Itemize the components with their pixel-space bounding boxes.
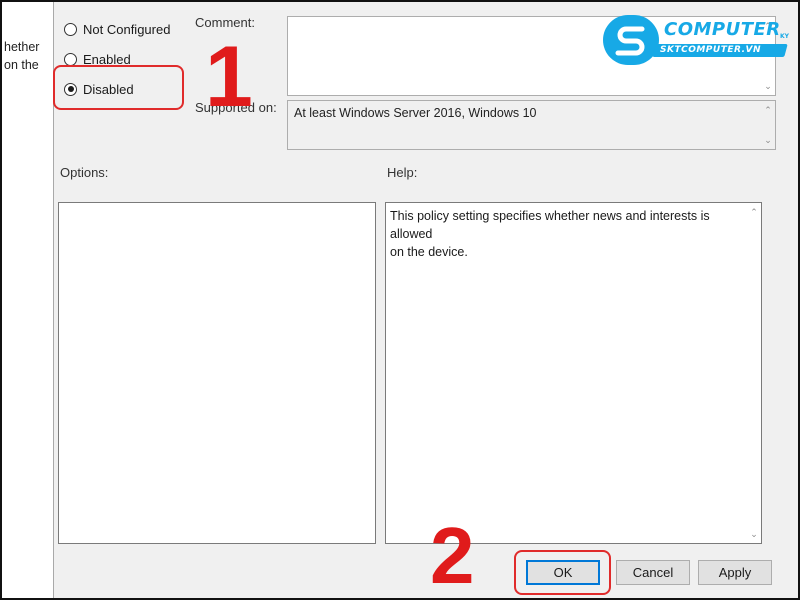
chevron-down-icon[interactable]: ⌄ bbox=[761, 79, 775, 93]
ok-button[interactable]: OK bbox=[526, 560, 600, 585]
help-panel: This policy setting specifies whether ne… bbox=[385, 202, 762, 544]
sktcomputer-logo: COMPUTER KY SKTCOMPUTER.VN bbox=[602, 14, 792, 66]
help-text: This policy setting specifies whether ne… bbox=[390, 207, 741, 261]
chevron-down-icon[interactable]: ⌄ bbox=[761, 133, 775, 147]
radio-circle bbox=[64, 82, 77, 96]
radio-not-configured[interactable]: Not Configured bbox=[64, 20, 170, 38]
radio-circle bbox=[64, 22, 77, 36]
options-label: Options: bbox=[60, 165, 109, 180]
step-number-2: 2 bbox=[430, 511, 475, 600]
policy-description-pane: hether on the bbox=[2, 2, 54, 598]
policy-settings-dialog: Not Configured Enabled Disabled Comment:… bbox=[54, 2, 798, 598]
help-scrollbar[interactable]: ⌃ ⌄ bbox=[747, 203, 761, 543]
radio-circle bbox=[64, 52, 77, 66]
cancel-button[interactable]: Cancel bbox=[616, 560, 690, 585]
logo-suffix: KY bbox=[780, 33, 789, 40]
description-fragment: on the bbox=[4, 58, 39, 72]
help-label: Help: bbox=[387, 165, 418, 180]
chevron-up-icon[interactable]: ⌃ bbox=[761, 103, 775, 117]
radio-selected-dot bbox=[67, 86, 74, 92]
chevron-up-icon[interactable]: ⌃ bbox=[747, 205, 761, 219]
radio-label: Enabled bbox=[83, 51, 131, 67]
radio-label: Disabled bbox=[83, 81, 134, 97]
chevron-down-icon[interactable]: ⌄ bbox=[747, 527, 761, 541]
comment-label: Comment: bbox=[195, 15, 255, 30]
step-number-1: 1 bbox=[205, 29, 253, 125]
radio-enabled[interactable]: Enabled bbox=[64, 50, 131, 68]
apply-button[interactable]: Apply bbox=[698, 560, 772, 585]
help-text-line: on the device. bbox=[390, 245, 468, 259]
supported-on-value: At least Windows Server 2016, Windows 10 bbox=[294, 106, 537, 120]
logo-wordmark: COMPUTER bbox=[664, 19, 781, 40]
options-panel bbox=[58, 202, 376, 544]
logo-mark-icon bbox=[603, 15, 659, 65]
supported-scrollbar[interactable]: ⌃ ⌄ bbox=[761, 101, 775, 149]
description-fragment: hether bbox=[4, 40, 40, 54]
help-text-line: This policy setting specifies whether ne… bbox=[390, 209, 710, 241]
logo-url: SKTCOMPUTER.VN bbox=[660, 45, 762, 55]
supported-on-field: At least Windows Server 2016, Windows 10… bbox=[287, 100, 776, 150]
radio-disabled[interactable]: Disabled bbox=[64, 80, 134, 98]
radio-label: Not Configured bbox=[83, 21, 171, 37]
